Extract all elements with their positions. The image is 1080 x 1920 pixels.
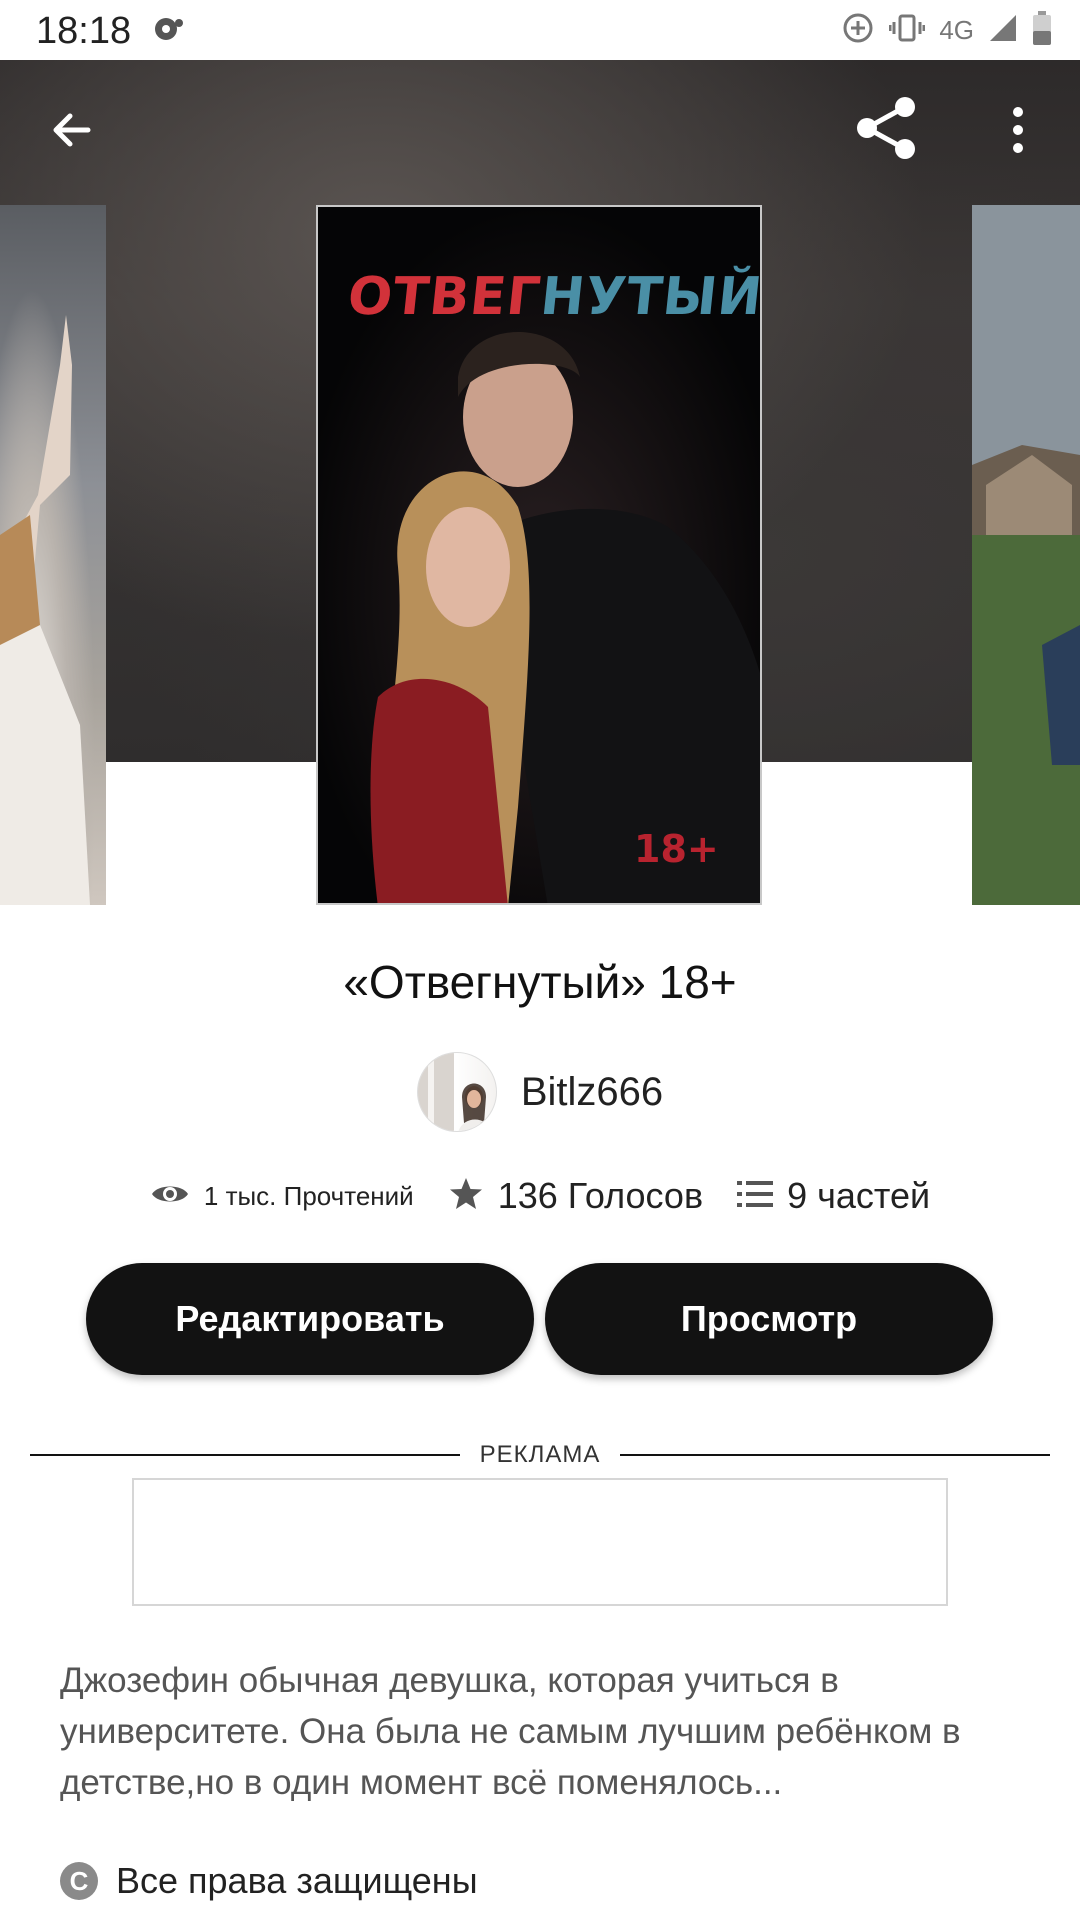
story-title: «Отвегнутый» 18+ (343, 956, 737, 1008)
status-icons: 4G (841, 10, 1052, 50)
author-name[interactable]: Bitlz666 (521, 1070, 663, 1115)
status-time: 18:18 (36, 10, 132, 52)
back-button[interactable] (32, 92, 112, 172)
avatar[interactable] (416, 1052, 497, 1132)
copyright-icon: C (60, 1862, 98, 1900)
previous-cover[interactable] (0, 205, 106, 905)
arrow-left-icon (48, 106, 96, 159)
cover-title-blue: НУТЫЙ (537, 267, 762, 327)
share-icon (853, 95, 919, 166)
author-row[interactable]: Bitlz666 (0, 1052, 1080, 1132)
next-cover[interactable] (972, 205, 1080, 905)
votes-count: 136 Голосов (497, 1175, 704, 1216)
battery-icon (1032, 10, 1052, 50)
signal-icon (988, 13, 1018, 48)
copyright-text: Все права защищены (116, 1860, 478, 1901)
parts-stat: 9 частей (737, 1175, 930, 1217)
view-button[interactable]: Просмотр (545, 1263, 993, 1375)
eye-icon (150, 1180, 190, 1213)
parts-count: 9 частей (787, 1175, 931, 1216)
reads-stat: 1 тыс. Прочтений (150, 1180, 414, 1213)
more-vertical-icon (1011, 106, 1025, 159)
cover-title: ОТВЕГНУТЫЙ (344, 267, 760, 327)
share-button[interactable] (846, 90, 926, 170)
list-icon (737, 1179, 774, 1214)
star-icon (448, 1176, 484, 1217)
cover-age-mark: 18+ (634, 827, 719, 871)
cast-icon (152, 14, 186, 49)
story-stats: 1 тыс. Прочтений 136 Голосов 9 частей (0, 1175, 1080, 1217)
network-type: 4G (939, 14, 974, 45)
votes-stat: 136 Голосов (448, 1175, 703, 1217)
copyright-row: C Все права защищены (60, 1860, 478, 1902)
ad-banner[interactable] (132, 1478, 948, 1606)
edit-button[interactable]: Редактировать (86, 1263, 534, 1375)
story-description: Джозефин обычная девушка, которая учитьс… (60, 1661, 961, 1802)
cover-title-red: ОТВЕГ (344, 267, 545, 327)
more-button[interactable] (978, 92, 1058, 172)
vibrate-icon (888, 13, 926, 48)
data-saver-icon (841, 11, 875, 50)
ad-label: РЕКЛАМА (479, 1441, 601, 1468)
reads-count: 1 тыс. Прочтений (203, 1180, 414, 1211)
book-cover[interactable]: ОТВЕГНУТЫЙ 18+ (316, 205, 762, 905)
divider-line-left (30, 1454, 460, 1456)
ad-divider: РЕКЛАМА (30, 1440, 1051, 1470)
status-bar: 18:18 4G (0, 0, 1080, 60)
divider-line-right (620, 1454, 1051, 1456)
